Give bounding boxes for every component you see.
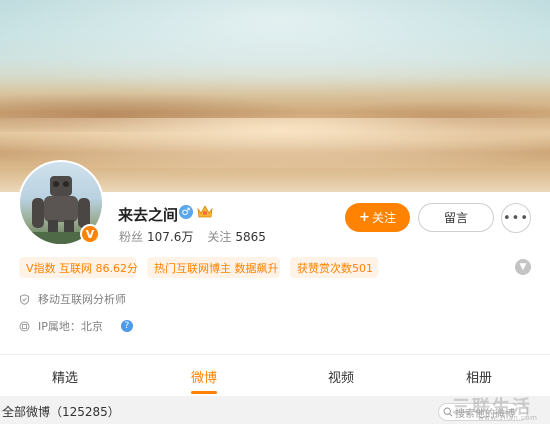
more-dots-icon: ••• [502, 210, 529, 226]
ip-info-row: IP属地：北京 ? [19, 318, 133, 334]
following-count[interactable]: 5865 [235, 230, 266, 244]
job-info-row: 移动互联网分析师 [19, 291, 126, 307]
profile-name: 来去之间 [118, 206, 179, 224]
male-icon: ♂ [179, 205, 193, 219]
all-posts-count[interactable]: 全部微博（125285） [2, 403, 120, 420]
tab-weibo[interactable]: 微博 [191, 367, 217, 386]
more-options-button[interactable]: ••• [501, 203, 531, 233]
verified-badge-icon: V [80, 224, 100, 244]
following-label: 关注 [207, 230, 232, 244]
fans-label: 粉丝 [119, 230, 144, 244]
profile-stats: 粉丝 107.6万 关注 5865 [119, 228, 280, 245]
follow-label: 关注 [371, 211, 396, 225]
message-button[interactable]: 留言 [418, 203, 494, 232]
tag-reward-count[interactable]: 获赞赏次数501 [290, 257, 378, 278]
location-icon [19, 321, 30, 332]
tab-featured[interactable]: 精选 [52, 367, 78, 386]
crown-icon [196, 204, 214, 219]
shield-icon [19, 293, 30, 305]
profile-tabs: 精选 微博 视频 相册 [0, 355, 550, 395]
tab-video[interactable]: 视频 [328, 367, 354, 386]
fans-count[interactable]: 107.6万 [147, 230, 193, 244]
plus-icon: + [359, 210, 370, 225]
ip-location-text: IP属地：北京 [38, 320, 103, 333]
tag-hot-blogger[interactable]: 热门互联网博主 数据飙升 [147, 257, 280, 278]
tab-album[interactable]: 相册 [466, 367, 492, 386]
watermark-url: www.3lian.com [478, 414, 538, 422]
job-text: 移动互联网分析师 [38, 293, 126, 306]
follow-button[interactable]: + 关注 [345, 203, 410, 232]
active-tab-indicator [191, 391, 217, 394]
chevron-down-icon[interactable]: ▼ [515, 259, 531, 275]
tag-v-index[interactable]: V指数 互联网 86.62分 [19, 257, 138, 278]
help-icon[interactable]: ? [120, 320, 133, 332]
